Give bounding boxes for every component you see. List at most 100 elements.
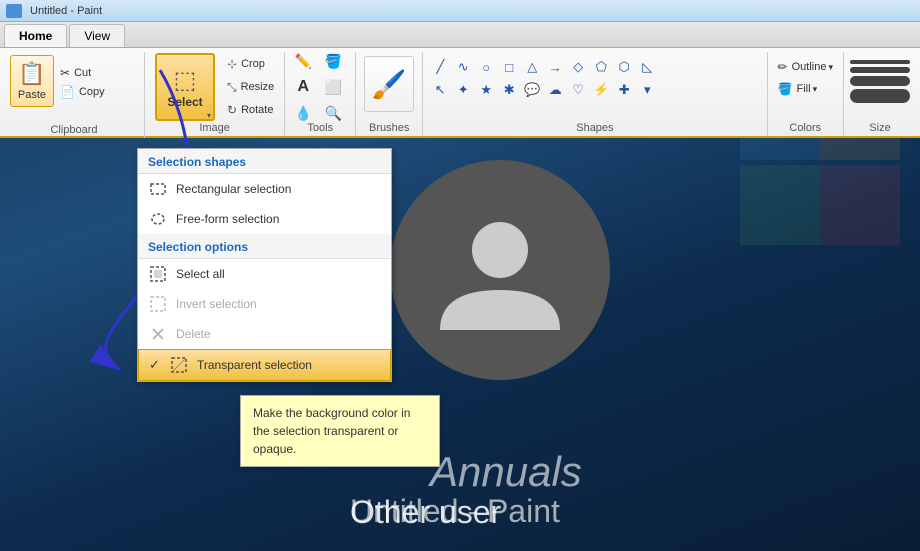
select-label: Select xyxy=(167,95,202,109)
transparent-selection-label: Transparent selection xyxy=(197,358,312,372)
brushes-section: 🖌️ Brushes xyxy=(356,52,423,136)
shapes-label: Shapes xyxy=(423,122,766,134)
brushes-label: Brushes xyxy=(356,122,422,134)
shape-more[interactable]: ▾ xyxy=(636,79,658,101)
shape-right-triangle[interactable]: ◺ xyxy=(636,56,658,78)
pencil-tool[interactable]: ✏️ xyxy=(291,49,315,73)
shape-curve[interactable]: ∿ xyxy=(452,56,474,78)
annuals-label: Annuals xyxy=(430,448,582,496)
shape-pentagon[interactable]: ⬠ xyxy=(590,56,612,78)
crop-button[interactable]: ⊹ Crop xyxy=(223,53,278,75)
shape-heart[interactable]: ♡ xyxy=(567,79,589,101)
freeform-selection-label: Free-form selection xyxy=(176,212,279,226)
eraser-tool[interactable]: ⬜ xyxy=(321,75,345,99)
outline-dropdown: ▾ xyxy=(828,62,833,73)
shape-star4[interactable]: ✦ xyxy=(452,79,474,101)
size-label: Size xyxy=(844,122,916,134)
invert-selection-item[interactable]: Invert selection xyxy=(138,289,391,319)
user-avatar xyxy=(390,160,610,380)
paste-icon: 📋 xyxy=(18,61,45,87)
rotate-label: Rotate xyxy=(241,104,273,116)
fill-button[interactable]: 🪣 Fill ▾ xyxy=(774,78,837,100)
brushes-icon: 🖌️ xyxy=(372,68,407,101)
size-4[interactable] xyxy=(850,89,910,103)
transparent-selection-icon xyxy=(169,355,189,375)
freeform-selection-icon xyxy=(148,209,168,229)
select-all-item[interactable]: Select all xyxy=(138,259,391,289)
copy-button[interactable]: 📄 Copy xyxy=(58,83,138,101)
title-bar: Untitled - Paint xyxy=(0,0,920,22)
resize-icon: ⤡ xyxy=(227,80,237,95)
invert-selection-icon xyxy=(148,294,168,314)
select-all-label: Select all xyxy=(176,267,225,281)
shape-star5[interactable]: ★ xyxy=(475,79,497,101)
other-user-label: Other user xyxy=(350,494,501,531)
image-section-label: Image xyxy=(145,122,284,134)
paste-button[interactable]: 📋 Paste xyxy=(10,55,54,107)
fill-tool[interactable]: 🪣 xyxy=(321,49,345,73)
colors-section-label: Colors xyxy=(768,122,843,134)
shape-line[interactable]: ╱ xyxy=(429,56,451,78)
tab-bar: Home View xyxy=(0,22,920,48)
freeform-selection-item[interactable]: Free-form selection xyxy=(138,204,391,234)
fill-label: Fill xyxy=(797,83,811,95)
select-all-icon xyxy=(148,264,168,284)
tab-home[interactable]: Home xyxy=(4,24,67,47)
outline-button[interactable]: ✏ Outline ▾ xyxy=(774,56,837,78)
toolbar: 📋 Paste ✂ Cut 📄 Copy Clipboard xyxy=(0,48,920,138)
size-1[interactable] xyxy=(850,60,910,64)
size-3[interactable] xyxy=(850,76,910,86)
shape-triangle[interactable]: △ xyxy=(521,56,543,78)
select-icon: ⬚ xyxy=(174,66,197,95)
fill-dropdown: ▾ xyxy=(813,84,818,95)
clipboard-section: 📋 Paste ✂ Cut 📄 Copy Clipboard xyxy=(4,52,145,138)
title-bar-text: Untitled - Paint xyxy=(30,5,102,17)
brushes-button[interactable]: 🖌️ xyxy=(364,56,414,112)
clipboard-label: Clipboard xyxy=(4,124,144,136)
transparent-selection-item[interactable]: ✓ Transparent selection xyxy=(138,349,391,381)
delete-item[interactable]: Delete xyxy=(138,319,391,349)
outline-section: ✏ Outline ▾ 🪣 Fill ▾ Colors xyxy=(768,52,844,136)
selection-options-header: Selection options xyxy=(138,234,391,259)
shape-oval[interactable]: ○ xyxy=(475,56,497,78)
text-tool[interactable]: A xyxy=(291,75,315,99)
shape-cloud[interactable]: ☁ xyxy=(544,79,566,101)
shape-select-arrow[interactable]: ↖ xyxy=(429,79,451,101)
select-dropdown-arrow: ▾ xyxy=(207,111,211,120)
ribbon: Untitled - Paint Home View 📋 Paste ✂ Cut xyxy=(0,0,920,138)
cut-button[interactable]: ✂ Cut xyxy=(58,64,138,82)
select-button[interactable]: ⬚ Select ▾ xyxy=(155,53,215,121)
tools-label: Tools xyxy=(285,122,355,134)
copy-label: Copy xyxy=(79,86,105,98)
shape-lightning[interactable]: ⚡ xyxy=(590,79,612,101)
selection-shapes-header: Selection shapes xyxy=(138,149,391,174)
rotate-button[interactable]: ↻ Rotate xyxy=(223,99,278,121)
tab-view[interactable]: View xyxy=(69,24,125,47)
tooltip-text: Make the background color in the selecti… xyxy=(253,406,410,456)
tooltip: Make the background color in the selecti… xyxy=(240,395,440,467)
cut-icon: ✂ xyxy=(60,66,70,80)
rectangular-selection-item[interactable]: Rectangular selection xyxy=(138,174,391,204)
transparent-selection-check: ✓ xyxy=(149,357,165,373)
shape-rect[interactable]: □ xyxy=(498,56,520,78)
outline-label: Outline xyxy=(792,61,827,73)
shape-cross[interactable]: ✚ xyxy=(613,79,635,101)
shape-diamond[interactable]: ◇ xyxy=(567,56,589,78)
crop-icon: ⊹ xyxy=(227,57,237,71)
tools-section: ✏️ 🪣 A ⬜ 💧 🔍 Tools xyxy=(285,52,356,136)
fill-bucket-icon: 🪣 xyxy=(778,82,793,96)
shapes-section: ╱ ∿ ○ □ △ → ◇ ⬠ ⬡ ◺ ↖ ✦ ★ ✱ 💬 ☁ ♡ ⚡ ✚ ▾ xyxy=(423,52,767,136)
title-bar-icon xyxy=(6,4,22,18)
rotate-icon: ↻ xyxy=(227,103,237,117)
rectangular-selection-label: Rectangular selection xyxy=(176,182,291,196)
shape-star6[interactable]: ✱ xyxy=(498,79,520,101)
shape-arrow-right[interactable]: → xyxy=(544,56,566,78)
delete-icon xyxy=(148,324,168,344)
selection-dropdown: Selection shapes Rectangular selection F… xyxy=(137,148,392,382)
rectangular-selection-icon xyxy=(148,179,168,199)
shape-hexagon[interactable]: ⬡ xyxy=(613,56,635,78)
size-2[interactable] xyxy=(850,67,910,73)
shape-callout[interactable]: 💬 xyxy=(521,79,543,101)
resize-button[interactable]: ⤡ Resize xyxy=(223,76,278,98)
resize-label: Resize xyxy=(241,81,275,93)
